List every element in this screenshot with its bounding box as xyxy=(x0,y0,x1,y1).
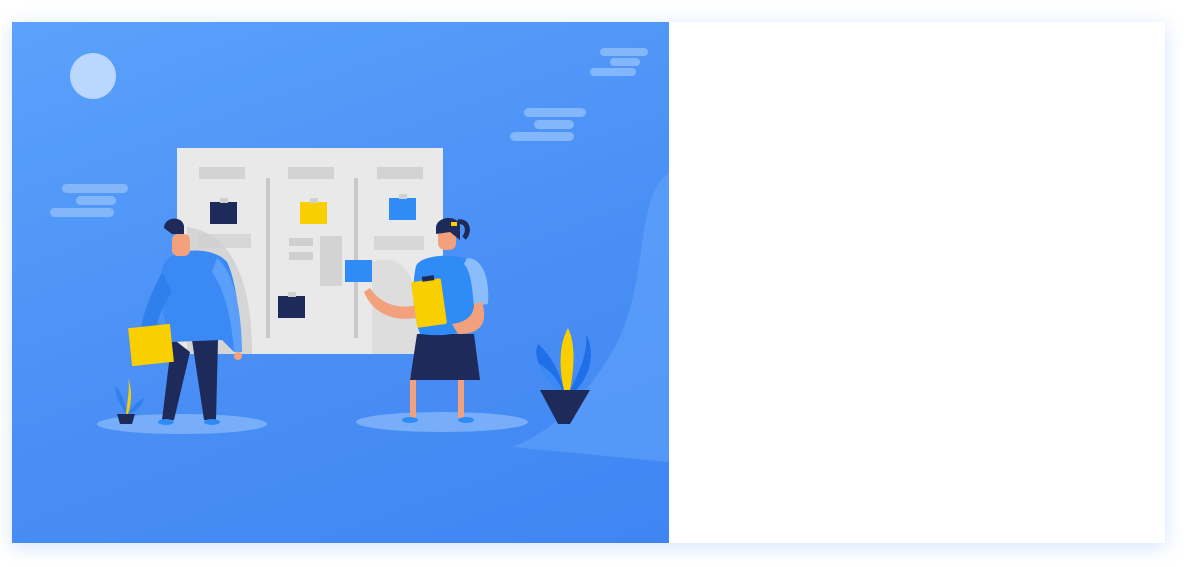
sticky-note-navy xyxy=(210,202,237,224)
sticky-note-navy-bottom xyxy=(278,296,305,318)
sticky-note-blue xyxy=(389,198,416,220)
yellow-clipboard xyxy=(411,278,447,328)
blue-card-in-hand xyxy=(345,260,372,282)
sticky-note-yellow xyxy=(300,202,327,224)
ground-shadow-right xyxy=(356,412,528,432)
kanban-illustration xyxy=(50,48,669,462)
login-card xyxy=(12,22,1165,543)
form-panel xyxy=(669,22,1165,543)
hero-illustration-panel xyxy=(12,22,669,543)
cloud-middle-right xyxy=(510,108,586,141)
cloud-left xyxy=(50,184,128,217)
yellow-folder xyxy=(128,323,174,367)
cloud-top-right xyxy=(590,48,648,76)
sun-shape xyxy=(70,53,116,99)
wave-shape xyxy=(512,172,669,462)
